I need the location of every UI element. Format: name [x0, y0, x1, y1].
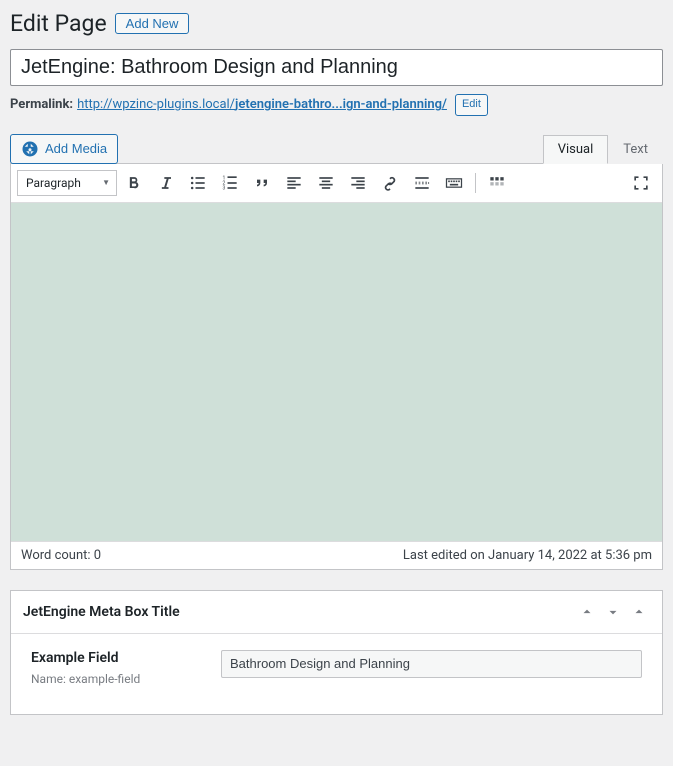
- editor: Paragraph 123 Word count: 0 Last edited …: [10, 163, 663, 570]
- bold-button[interactable]: [119, 168, 149, 198]
- blockquote-button[interactable]: [247, 168, 277, 198]
- format-select[interactable]: Paragraph: [17, 170, 117, 196]
- media-icon: [21, 140, 39, 158]
- tab-visual[interactable]: Visual: [543, 135, 609, 164]
- metabox-title: JetEngine Meta Box Title: [23, 604, 576, 620]
- align-right-button[interactable]: [343, 168, 373, 198]
- add-media-button[interactable]: Add Media: [10, 134, 118, 164]
- align-left-button[interactable]: [279, 168, 309, 198]
- toggle-panel-button[interactable]: [628, 601, 650, 623]
- metabox-jetengine: JetEngine Meta Box Title Example Field N…: [10, 590, 663, 715]
- numbered-list-button[interactable]: 123: [215, 168, 245, 198]
- edit-permalink-button[interactable]: Edit: [455, 94, 488, 116]
- permalink-row: Permalink: http://wpzinc-plugins.local/j…: [10, 94, 663, 116]
- svg-text:3: 3: [223, 185, 226, 191]
- bullet-list-button[interactable]: [183, 168, 213, 198]
- toolbar-toggle-button[interactable]: [482, 168, 512, 198]
- move-down-button[interactable]: [602, 601, 624, 623]
- metabox-field-name: Name: example-field: [31, 672, 201, 686]
- post-title-input[interactable]: [10, 49, 663, 86]
- permalink-label: Permalink:: [10, 97, 73, 112]
- tab-text[interactable]: Text: [608, 135, 663, 164]
- add-new-button[interactable]: Add New: [115, 13, 190, 34]
- editor-toolbar: Paragraph 123: [11, 164, 662, 203]
- align-center-button[interactable]: [311, 168, 341, 198]
- word-count: Word count: 0: [21, 548, 101, 563]
- keyboard-button[interactable]: [439, 168, 469, 198]
- example-field-input[interactable]: [221, 650, 642, 678]
- move-up-button[interactable]: [576, 601, 598, 623]
- metabox-field-label: Example Field: [31, 650, 201, 666]
- add-media-label: Add Media: [45, 141, 107, 156]
- page-title: Edit Page: [10, 10, 107, 37]
- last-edited: Last edited on January 14, 2022 at 5:36 …: [403, 548, 652, 563]
- fullscreen-button[interactable]: [626, 168, 656, 198]
- editor-content-area[interactable]: [11, 203, 662, 541]
- italic-button[interactable]: [151, 168, 181, 198]
- permalink-link[interactable]: http://wpzinc-plugins.local/jetengine-ba…: [77, 97, 447, 112]
- read-more-button[interactable]: [407, 168, 437, 198]
- link-button[interactable]: [375, 168, 405, 198]
